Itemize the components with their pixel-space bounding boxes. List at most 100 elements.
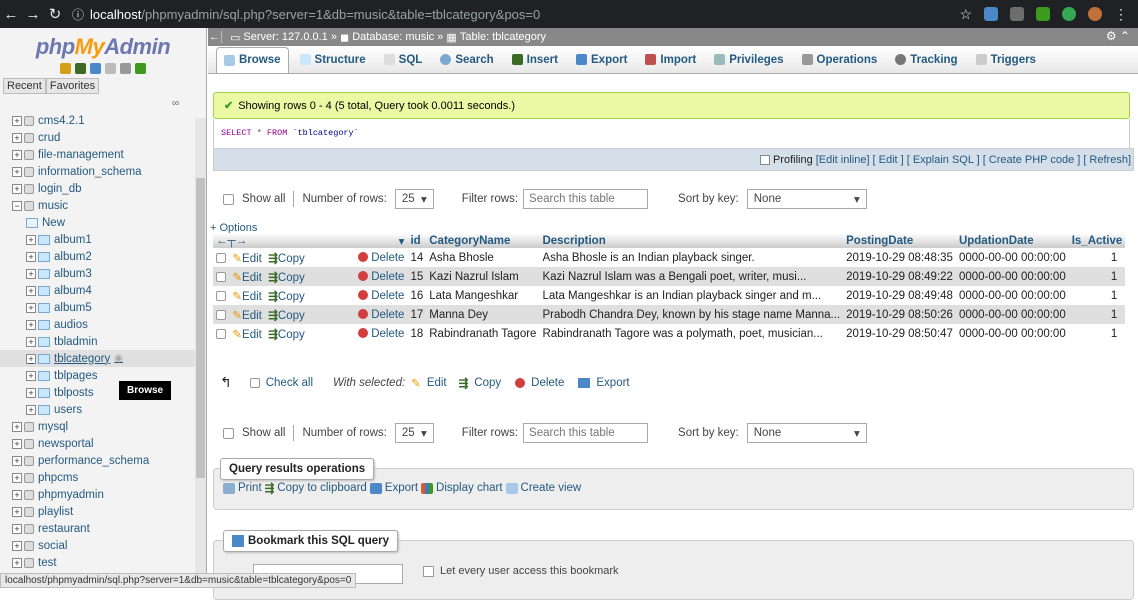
- db-item[interactable]: + cms4.2.1: [0, 112, 195, 129]
- edit-link[interactable]: Edit: [242, 310, 262, 322]
- expand-icon[interactable]: +: [12, 132, 22, 143]
- column-postingdate[interactable]: PostingDate: [843, 233, 956, 248]
- table-item[interactable]: + album3: [0, 265, 195, 282]
- db-item[interactable]: + playlist: [0, 503, 195, 520]
- cell-description[interactable]: Prabodh Chandra Dey, known by his stage …: [539, 305, 844, 324]
- table-item[interactable]: + tbladmin: [0, 333, 195, 350]
- cell-description[interactable]: Kazi Nazrul Islam was a Bengali poet, wr…: [539, 267, 844, 286]
- db-item[interactable]: + social: [0, 537, 195, 554]
- expand-icon[interactable]: +: [12, 421, 22, 432]
- tab-export[interactable]: Export: [569, 47, 634, 73]
- bulk-copy-button[interactable]: Copy: [474, 377, 501, 389]
- delete-link[interactable]: Delete: [371, 290, 404, 302]
- profiling-checkbox[interactable]: [759, 154, 770, 165]
- expand-icon[interactable]: +: [26, 404, 36, 415]
- cell-active[interactable]: 1: [1068, 267, 1126, 286]
- expand-icon[interactable]: +: [26, 353, 36, 364]
- cell-description[interactable]: Lata Mangeshkar is an Indian playback si…: [539, 286, 844, 305]
- tab-triggers[interactable]: Triggers: [969, 47, 1043, 73]
- expand-icon[interactable]: +: [12, 523, 22, 534]
- breadcrumb-table[interactable]: Table: tblcategory: [460, 31, 546, 43]
- expand-icon[interactable]: +: [12, 455, 22, 466]
- display-chart-link[interactable]: Display chart: [436, 482, 502, 494]
- tab-operations[interactable]: Operations: [795, 47, 885, 73]
- cell-posting[interactable]: 2019-10-29 08:50:26: [843, 305, 956, 324]
- address-bar[interactable]: ⓘ localhost/phpmyadmin/sql.php?server=1&…: [72, 6, 540, 23]
- bookmark-star-icon[interactable]: ☆: [959, 6, 972, 23]
- cell-id[interactable]: 16: [407, 286, 427, 305]
- sort-key-select[interactable]: None ▾: [746, 189, 867, 209]
- show-all-checkbox[interactable]: [223, 193, 234, 205]
- breadcrumb-database[interactable]: Database: music: [352, 31, 434, 43]
- db-item[interactable]: + crud: [0, 129, 195, 146]
- copy-to-clipboard-link[interactable]: Copy to clipboard: [277, 482, 367, 494]
- expand-icon[interactable]: +: [26, 234, 36, 245]
- row-checkbox[interactable]: [216, 328, 226, 339]
- copy-link[interactable]: Copy: [278, 291, 305, 303]
- delete-link[interactable]: Delete: [371, 309, 404, 321]
- cell-updation[interactable]: 0000-00-00 00:00:00: [955, 324, 1069, 343]
- expand-icon[interactable]: +: [12, 540, 22, 551]
- row-checkbox[interactable]: [216, 271, 226, 282]
- row-checkbox[interactable]: [216, 252, 226, 263]
- extension-icon[interactable]: [984, 7, 998, 21]
- cell-posting[interactable]: 2019-10-29 08:50:47: [843, 324, 956, 343]
- cell-posting[interactable]: 2019-10-29 08:48:35: [843, 248, 956, 267]
- delete-link[interactable]: Delete: [371, 328, 404, 340]
- back-arrow-icon[interactable]: ←: [0, 6, 22, 23]
- db-item[interactable]: + information_schema: [0, 163, 195, 180]
- profile-avatar-icon[interactable]: [1088, 7, 1102, 21]
- cell-active[interactable]: 1: [1068, 305, 1126, 324]
- cell-name[interactable]: Rabindranath Tagore: [426, 324, 540, 343]
- edit-link[interactable]: Edit: [242, 253, 262, 265]
- cell-id[interactable]: 18: [407, 324, 427, 343]
- docs-icon[interactable]: [105, 63, 116, 74]
- reload-icon[interactable]: ↻: [44, 5, 66, 23]
- cell-active[interactable]: 1: [1068, 324, 1126, 343]
- db-item[interactable]: + mysql: [0, 418, 195, 435]
- cell-description[interactable]: Asha Bhosle is an Indian playback singer…: [539, 248, 844, 267]
- extension-icon[interactable]: [1010, 7, 1024, 21]
- cell-description[interactable]: Rabindranath Tagore was a polymath, poet…: [539, 324, 844, 343]
- bulk-delete-button[interactable]: Delete: [531, 377, 564, 389]
- filter-rows-input[interactable]: Search this table: [523, 423, 649, 443]
- cell-updation[interactable]: 0000-00-00 00:00:00: [955, 267, 1069, 286]
- tab-browse[interactable]: Browse: [216, 46, 289, 73]
- tab-sql[interactable]: SQL: [377, 47, 430, 73]
- delete-link[interactable]: Delete: [371, 252, 404, 264]
- eye-icon[interactable]: ◉: [114, 353, 123, 364]
- info-icon[interactable]: ⓘ: [72, 6, 84, 23]
- expand-icon[interactable]: +: [12, 115, 22, 126]
- cell-updation[interactable]: 0000-00-00 00:00:00: [955, 305, 1069, 324]
- menu-dots-icon[interactable]: ⋮: [1114, 6, 1128, 23]
- cell-name[interactable]: Lata Mangeshkar: [426, 286, 540, 305]
- row-checkbox[interactable]: [216, 290, 226, 301]
- create-view-link[interactable]: Create view: [521, 482, 582, 494]
- edit-inline-link[interactable]: [Edit inline]: [816, 154, 870, 166]
- edit-link[interactable]: Edit: [242, 272, 262, 284]
- tab-privileges[interactable]: Privileges: [707, 47, 790, 73]
- forward-arrow-icon[interactable]: →: [22, 6, 44, 23]
- favorites-tab[interactable]: Favorites: [45, 78, 100, 94]
- expand-icon[interactable]: +: [26, 251, 36, 262]
- query-window-icon[interactable]: [90, 63, 101, 74]
- home-icon[interactable]: [60, 63, 71, 74]
- bulk-export-button[interactable]: Export: [596, 377, 629, 389]
- cell-id[interactable]: 14: [407, 248, 427, 267]
- expand-icon[interactable]: +: [12, 183, 22, 194]
- sort-menu-icon[interactable]: ▾: [355, 233, 408, 248]
- tab-search[interactable]: Search: [433, 47, 500, 73]
- refresh-link[interactable]: [ Refresh]: [1083, 154, 1131, 166]
- edit-link[interactable]: [ Edit ]: [873, 154, 904, 166]
- cell-id[interactable]: 17: [407, 305, 427, 324]
- db-item[interactable]: + phpcms: [0, 469, 195, 486]
- table-item[interactable]: + users: [0, 401, 195, 418]
- expand-icon[interactable]: +: [12, 489, 22, 500]
- expand-icon[interactable]: +: [26, 336, 36, 347]
- table-item[interactable]: + album5: [0, 299, 195, 316]
- column-is-active[interactable]: Is_Active: [1068, 233, 1126, 248]
- copy-link[interactable]: Copy: [278, 310, 305, 322]
- explain-sql-link[interactable]: [ Explain SQL ]: [907, 154, 980, 166]
- db-item[interactable]: + performance_schema: [0, 452, 195, 469]
- sort-key-select[interactable]: None ▾: [746, 423, 867, 443]
